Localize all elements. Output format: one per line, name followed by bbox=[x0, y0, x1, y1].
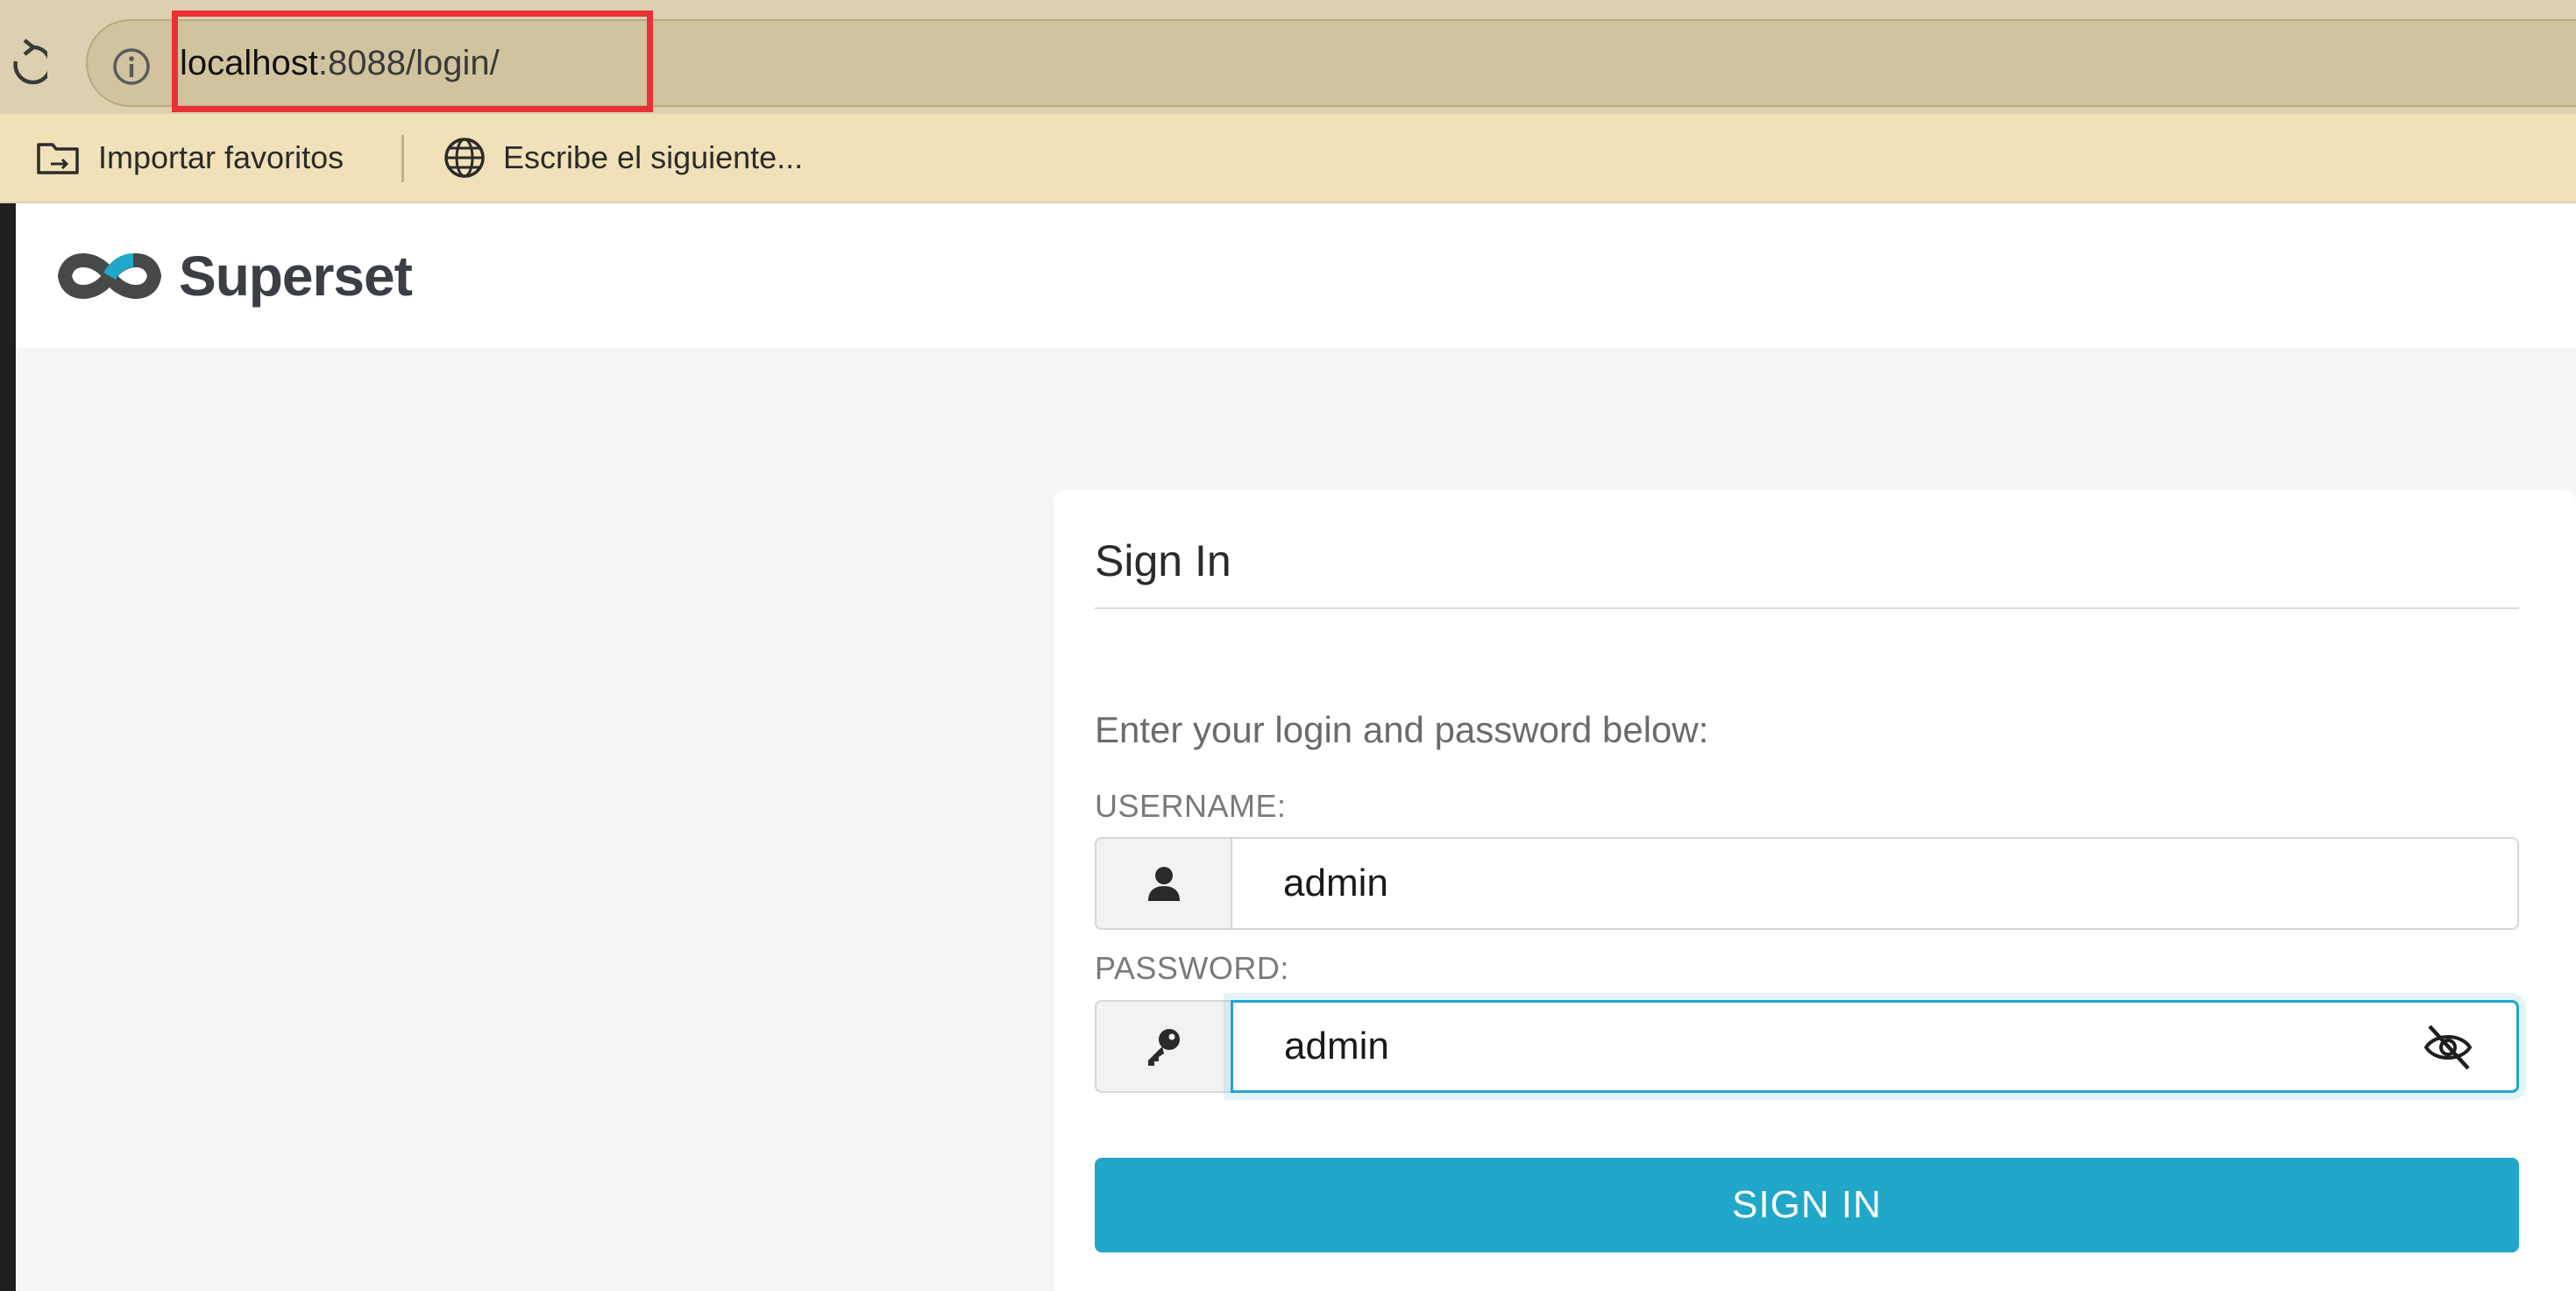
bookmark-label: Importar favoritos bbox=[98, 139, 344, 175]
title-divider bbox=[1095, 607, 2519, 609]
reload-icon[interactable] bbox=[7, 35, 47, 88]
browser-window: localhost:8088/login/ Importar favoritos… bbox=[0, 0, 2576, 1291]
password-group bbox=[1095, 1000, 2519, 1093]
bookmark-import-favorites[interactable]: Importar favoritos bbox=[35, 114, 344, 202]
username-group bbox=[1095, 837, 2519, 930]
info-icon[interactable] bbox=[110, 46, 153, 88]
page-content: Superset Sign In Enter your login and pa… bbox=[16, 203, 2576, 1291]
username-addon bbox=[1095, 837, 1231, 930]
sign-in-button[interactable]: SIGN IN bbox=[1095, 1158, 2519, 1252]
annotation-highlight-box bbox=[172, 11, 653, 112]
bookmark-label: Escribe el siguiente... bbox=[503, 139, 804, 175]
username-label: USERNAME: bbox=[1095, 788, 1287, 824]
user-icon bbox=[1147, 867, 1180, 901]
password-label: PASSWORD: bbox=[1095, 950, 1289, 986]
browser-toolbar: localhost:8088/login/ bbox=[0, 0, 2576, 114]
username-input[interactable] bbox=[1231, 837, 2519, 930]
app-navbar: Superset bbox=[16, 203, 2576, 348]
bookmark-next[interactable]: Escribe el siguiente... bbox=[442, 114, 803, 202]
login-instructions: Enter your login and password below: bbox=[1095, 709, 1709, 750]
login-title: Sign In bbox=[1095, 536, 1231, 585]
app-name: Superset bbox=[179, 245, 413, 308]
bookmark-divider bbox=[401, 135, 404, 182]
import-folder-icon bbox=[37, 143, 79, 174]
superset-logo[interactable]: Superset bbox=[53, 237, 413, 316]
superset-logo-icon bbox=[58, 253, 161, 299]
password-input[interactable] bbox=[1231, 1000, 2519, 1093]
password-addon bbox=[1095, 1000, 1231, 1093]
eye-slash-icon[interactable] bbox=[2421, 1021, 2475, 1074]
globe-icon bbox=[444, 138, 485, 178]
bookmarks-bar: Importar favoritos Escribe el siguiente.… bbox=[0, 114, 2576, 203]
key-icon bbox=[1147, 1029, 1180, 1066]
login-panel: Sign In Enter your login and password be… bbox=[1054, 490, 2576, 1291]
